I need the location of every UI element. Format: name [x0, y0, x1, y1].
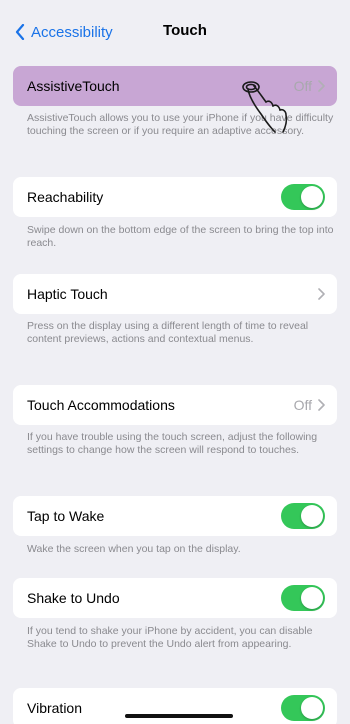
haptic-touch-label: Haptic Touch: [27, 286, 108, 302]
haptic-touch-footer: Press on the display using a different l…: [27, 320, 309, 345]
page-title: Touch: [163, 22, 207, 39]
touch-settings-screen: Accessibility Touch AssistiveTouch Off A…: [3, 0, 347, 724]
shake-to-undo-footer: If you tend to shake your iPhone by acci…: [27, 625, 313, 650]
vibration-row: Vibration: [13, 688, 337, 724]
tap-to-wake-footer: Wake the screen when you tap on the disp…: [27, 543, 241, 555]
toggle-knob: [301, 587, 323, 609]
touch-accommodations-label: Touch Accommodations: [27, 397, 175, 413]
home-indicator: [125, 714, 233, 718]
haptic-touch-value-group: [312, 288, 325, 300]
toggle-knob: [301, 697, 323, 719]
reachability-footer: Swipe down on the bottom edge of the scr…: [27, 224, 334, 249]
reachability-toggle[interactable]: [281, 184, 325, 210]
touch-accommodations-row[interactable]: Touch Accommodations Off: [13, 385, 337, 425]
touch-accommodations-value-group: Off: [294, 397, 325, 413]
tap-to-wake-row: Tap to Wake: [13, 496, 337, 536]
chevron-right-icon: [318, 399, 325, 411]
tap-to-wake-toggle[interactable]: [281, 503, 325, 529]
tap-to-wake-label: Tap to Wake: [27, 508, 105, 524]
chevron-right-icon: [318, 80, 325, 92]
shake-to-undo-toggle[interactable]: [281, 585, 325, 611]
touch-accommodations-footer: If you have trouble using the touch scre…: [27, 431, 318, 456]
chevron-right-icon: [318, 288, 325, 300]
shake-to-undo-row: Shake to Undo: [13, 578, 337, 618]
toggle-knob: [301, 505, 323, 527]
haptic-touch-row[interactable]: Haptic Touch: [13, 274, 337, 314]
pointing-hand-icon: [242, 81, 288, 133]
reachability-label: Reachability: [27, 189, 104, 205]
shake-to-undo-label: Shake to Undo: [27, 590, 120, 606]
touch-accommodations-value: Off: [293, 397, 312, 413]
reachability-row: Reachability: [13, 177, 337, 217]
toggle-knob: [301, 186, 323, 208]
navigation-bar: Accessibility Touch: [3, 0, 347, 64]
vibration-toggle[interactable]: [281, 695, 325, 721]
